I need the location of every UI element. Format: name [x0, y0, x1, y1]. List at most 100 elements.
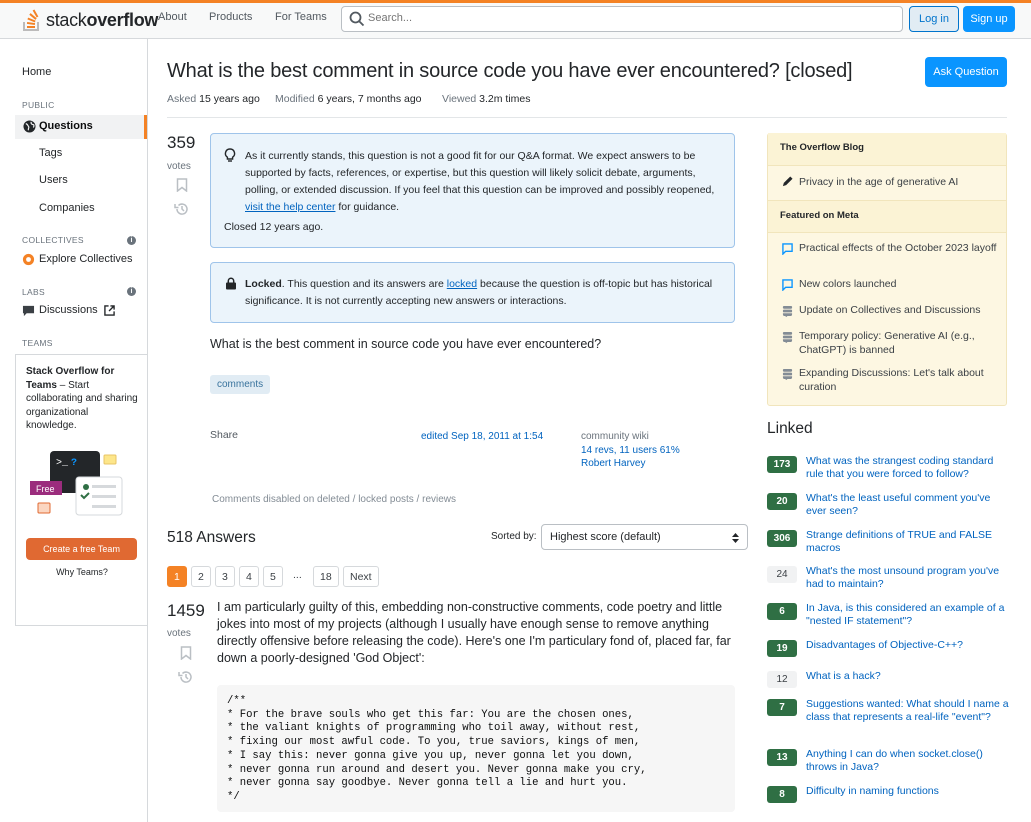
history-icon[interactable] [174, 202, 189, 216]
linked-score: 24 [767, 566, 797, 583]
page-title[interactable]: What is the best comment in source code … [167, 60, 853, 83]
question-vote-count: 359 [167, 133, 196, 152]
sidebar-item-questions[interactable]: Questions [15, 115, 147, 139]
divider [167, 117, 1007, 118]
sort-select[interactable]: Highest score (default) [541, 524, 748, 550]
bookmark-icon[interactable] [180, 646, 192, 660]
meta-chat-icon [782, 279, 793, 291]
revisions-link[interactable]: 14 revs, 11 users 61% [581, 444, 680, 458]
login-button[interactable]: Log in [909, 6, 959, 32]
sidebar-item-tags[interactable]: Tags [39, 147, 62, 159]
linked-question-link[interactable]: Difficulty in naming functions [806, 785, 1011, 798]
closed-date: Closed 12 years ago. [224, 221, 324, 233]
linked-score: 7 [767, 699, 797, 716]
author-link[interactable]: Robert Harvey [581, 457, 680, 471]
free-badge: Free [36, 484, 55, 494]
svg-text:?: ? [71, 458, 77, 469]
sort-label: Sorted by: [491, 531, 537, 542]
linked-question-link[interactable]: In Java, is this considered an example o… [806, 602, 1011, 627]
create-team-button[interactable]: Create a free Team [26, 538, 137, 560]
linked-score: 8 [767, 786, 797, 803]
votes-label: votes [167, 161, 191, 172]
linked-question-link[interactable]: Strange definitions of TRUE and FALSE ma… [806, 529, 1011, 554]
info-icon[interactable]: i [127, 236, 136, 245]
meta-item[interactable]: Expanding Discussions: Let's talk about … [799, 367, 999, 394]
linked-question-link[interactable]: What's the most unsound program you've h… [806, 565, 1011, 590]
stackoverflow-logo[interactable]: stackoverflow [22, 5, 158, 35]
tag-comments[interactable]: comments [210, 375, 271, 394]
external-link-icon [104, 305, 115, 316]
sidebar-item-companies[interactable]: Companies [39, 202, 95, 214]
meta-chat-icon [782, 243, 793, 255]
locked-link[interactable]: locked [447, 278, 477, 290]
answer-body: I am particularly guilty of this, embedd… [217, 600, 731, 665]
page-2[interactable]: 2 [191, 566, 211, 587]
linked-score: 13 [767, 749, 797, 766]
stack-exchange-icon [782, 331, 793, 343]
linked-question-link[interactable]: Anything I can do when socket.close() th… [806, 748, 1011, 773]
comments-disabled-note: Comments disabled on deleted / locked po… [212, 494, 457, 505]
linked-question-link[interactable]: What is a hack? [806, 670, 1011, 683]
code-text: /** * For the brave souls who get this f… [227, 695, 647, 803]
nav-about[interactable]: About [158, 11, 187, 23]
history-icon[interactable] [178, 670, 193, 684]
linked-question-link[interactable]: What was the strangest coding standard r… [806, 455, 1011, 480]
lightbulb-icon [224, 148, 236, 162]
page-18[interactable]: 18 [313, 566, 339, 587]
answer-vote-count: 1459 [167, 601, 205, 620]
sidebar-item-users[interactable]: Users [39, 174, 68, 186]
linked-score: 19 [767, 640, 797, 657]
meta-heading: Featured on Meta [768, 200, 1006, 233]
signup-button[interactable]: Sign up [963, 6, 1015, 32]
linked-heading: Linked [767, 420, 813, 437]
help-center-link[interactable]: visit the help center [245, 201, 335, 213]
sidebar-heading-teams: TEAMS [22, 338, 53, 348]
linked-score: 20 [767, 493, 797, 510]
select-arrows-icon [732, 533, 739, 543]
meta-item[interactable]: Temporary policy: Generative AI (e.g., C… [799, 330, 999, 357]
meta-item[interactable]: Practical effects of the October 2023 la… [799, 242, 999, 256]
blog-heading: The Overflow Blog [768, 133, 1006, 166]
sidebar-heading-public: PUBLIC [22, 100, 55, 110]
lock-icon [226, 277, 236, 290]
question-body: What is the best comment in source code … [210, 337, 602, 351]
code-block: /** * For the brave souls who get this f… [217, 685, 735, 812]
overflow-blog-widget: The Overflow Blog Privacy in the age of … [767, 133, 1007, 406]
discussions-icon [22, 305, 35, 317]
search-icon [349, 11, 365, 27]
sidebar-item-home[interactable]: Home [22, 66, 51, 78]
ask-question-button[interactable]: Ask Question [925, 57, 1007, 87]
linked-question-link[interactable]: What's the least useful comment you've e… [806, 492, 1011, 517]
sidebar-heading-labs: LABS [22, 287, 45, 297]
linked-question-link[interactable]: Disadvantages of Objective-C++? [806, 639, 1011, 652]
linked-score: 6 [767, 603, 797, 620]
blog-item[interactable]: Privacy in the age of generative AI [799, 176, 999, 190]
meta-item[interactable]: New colors launched [799, 278, 999, 292]
meta-item[interactable]: Update on Collectives and Discussions [799, 304, 999, 318]
teams-promo: Stack Overflow for Teams – Start collabo… [15, 354, 147, 626]
linked-score: 12 [767, 671, 797, 688]
top-bar: stackoverflow About Products For Teams L… [0, 0, 1031, 39]
edited-link[interactable]: edited Sep 18, 2011 at 1:54 [421, 431, 543, 442]
closed-notice: As it currently stands, this question is… [210, 133, 735, 248]
post-owner: community wiki 14 revs, 11 users 61% Rob… [581, 430, 680, 471]
page-1[interactable]: 1 [167, 566, 187, 587]
nav-for-teams[interactable]: For Teams [275, 11, 327, 23]
page-3[interactable]: 3 [215, 566, 235, 587]
search-input[interactable] [368, 12, 868, 24]
stack-logo-icon [23, 9, 39, 31]
bookmark-icon[interactable] [176, 178, 188, 192]
sidebar-item-explore-collectives[interactable]: Explore Collectives [39, 253, 133, 265]
sidebar-item-discussions[interactable]: Discussions [39, 304, 98, 316]
page-4[interactable]: 4 [239, 566, 259, 587]
why-teams-link[interactable]: Why Teams? [16, 567, 148, 577]
nav-products[interactable]: Products [209, 11, 252, 23]
page-next[interactable]: Next [343, 566, 379, 587]
search-box[interactable] [341, 6, 903, 32]
share-link[interactable]: Share [210, 429, 238, 441]
stack-exchange-icon [782, 305, 793, 317]
info-icon[interactable]: i [127, 287, 136, 296]
pencil-icon [782, 176, 793, 187]
linked-question-link[interactable]: Suggestions wanted: What should I name a… [806, 698, 1011, 723]
page-5[interactable]: 5 [263, 566, 283, 587]
